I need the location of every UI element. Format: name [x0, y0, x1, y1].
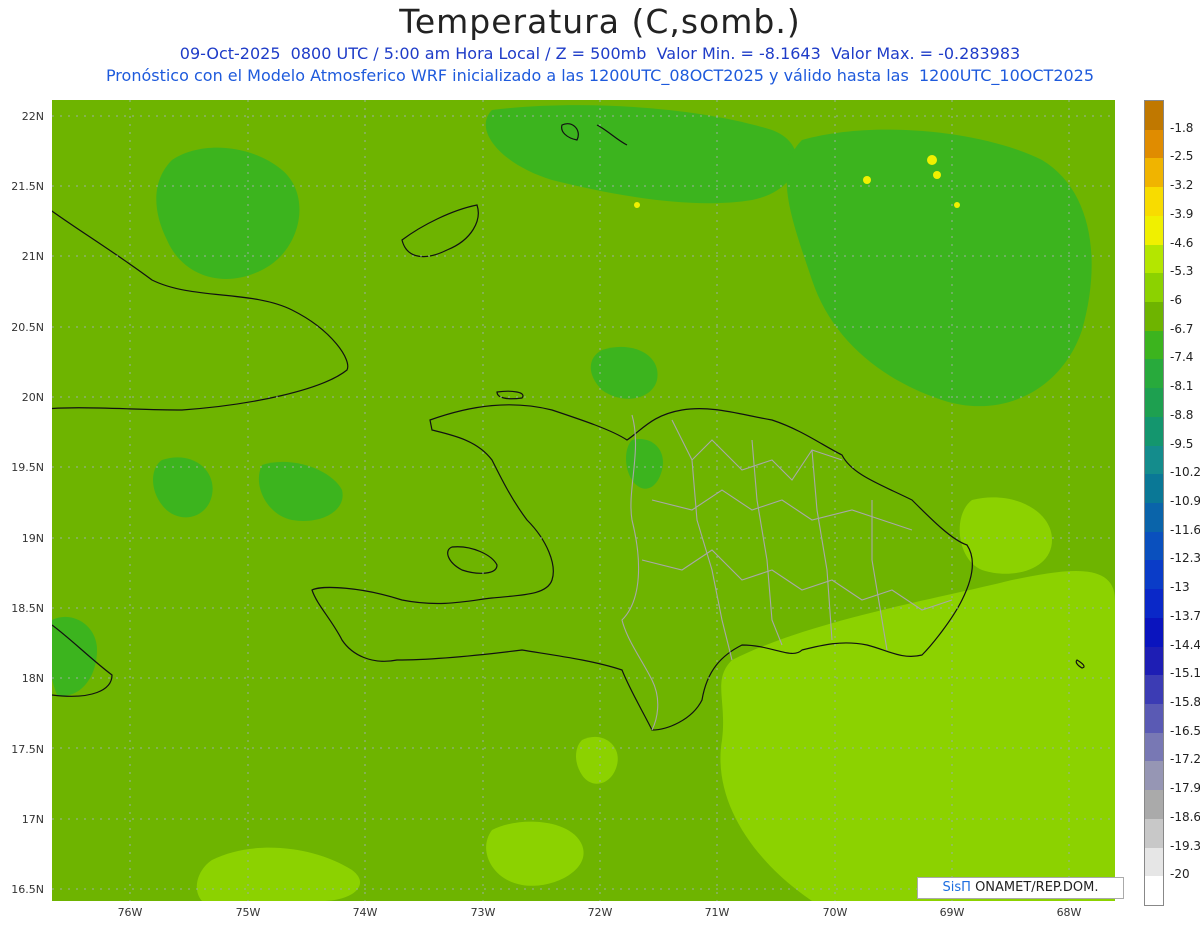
colorbar-label: -15.8: [1170, 695, 1200, 709]
colorbar-segment: [1145, 704, 1163, 734]
colorbar-segment: [1145, 445, 1163, 475]
colorbar-segment: [1145, 646, 1163, 676]
lon-label-72w: 72W: [587, 906, 613, 919]
colorbar-label: -6.7: [1170, 321, 1194, 336]
colorbar: [1144, 100, 1164, 906]
subtitle-valid-time: 09-Oct-2025 0800 UTC / 5:00 am Hora Loca…: [179, 44, 1021, 63]
colorbar-segment: [1145, 761, 1163, 791]
colorbar-label: -17.2: [1170, 752, 1200, 767]
colorbar-segment: [1145, 847, 1163, 877]
colorbar-label: -7.4: [1170, 350, 1194, 365]
colorbar-label: -12.3: [1170, 551, 1200, 566]
lat-label-22n: 22N: [21, 110, 44, 123]
credit-box: SisΠ ONAMET/REP.DOM.: [917, 877, 1124, 899]
colorbar-label: -13: [1170, 580, 1190, 595]
credit-brand: SisΠ: [942, 880, 971, 895]
lon-label-74w: 74W: [352, 906, 378, 919]
colorbar-segment: [1145, 244, 1163, 274]
temperature-map: [52, 100, 1115, 901]
colorbar-label: -17.9: [1170, 781, 1200, 796]
colorbar-segment: [1145, 330, 1163, 360]
lat-label-18-5n: 18.5N: [11, 602, 44, 615]
colorbar-segment: [1145, 675, 1163, 705]
colorbar-segment: [1145, 388, 1163, 418]
colorbar-label: -10.9: [1170, 494, 1200, 508]
colorbar-segment: [1145, 129, 1163, 159]
lon-label-71w: 71W: [704, 906, 730, 919]
colorbar-segment: [1145, 560, 1163, 590]
colorbar-label: -16.5: [1170, 723, 1200, 738]
lon-label-76w: 76W: [117, 906, 143, 919]
colorbar-label: -5.3: [1170, 264, 1194, 279]
colorbar-label: -8.1: [1170, 379, 1194, 394]
lat-label-17-5n: 17.5N: [11, 743, 44, 756]
colorbar-label: -10.2: [1170, 465, 1200, 480]
colorbar-segment: [1145, 359, 1163, 389]
lat-label-20-5n: 20.5N: [11, 321, 44, 334]
lon-label-69w: 69W: [939, 906, 965, 919]
colorbar-label: -13.7: [1170, 608, 1200, 623]
credit-text: ONAMET/REP.DOM.: [970, 880, 1099, 895]
lon-label-70w: 70W: [822, 906, 848, 919]
colorbar-segment: [1145, 101, 1163, 131]
colorbar-label: -1.8: [1170, 120, 1194, 135]
lat-label-16-5n: 16.5N: [11, 883, 44, 896]
colorbar-label: -4.6: [1170, 235, 1194, 250]
colorbar-segment: [1145, 215, 1163, 246]
lat-label-18n: 18N: [21, 672, 44, 685]
colorbar-segment: [1145, 732, 1163, 762]
lon-label-75w: 75W: [235, 906, 261, 919]
subtitle-model-info: Pronóstico con el Modelo Atmosferico WRF…: [105, 66, 1095, 85]
lat-label-21n: 21N: [21, 250, 44, 263]
colorbar-label: -15.1: [1170, 666, 1200, 681]
colorbar-segment: [1145, 273, 1163, 303]
colorbar-segment: [1145, 818, 1163, 849]
colorbar-label: -18.6: [1170, 809, 1200, 824]
colorbar-segment: [1145, 158, 1163, 188]
colorbar-segment: [1145, 187, 1163, 217]
colorbar-segment: [1145, 474, 1163, 504]
colorbar-label: -19.3: [1170, 838, 1200, 853]
lat-label-17n: 17N: [21, 813, 44, 826]
lon-label-73w: 73W: [470, 906, 496, 919]
colorbar-segment: [1145, 503, 1163, 533]
colorbar-segment: [1145, 876, 1163, 906]
colorbar-label: -20: [1170, 867, 1190, 882]
colorbar-segment: [1145, 416, 1163, 447]
colorbar-segment: [1145, 531, 1163, 561]
lat-label-19-5n: 19.5N: [11, 461, 44, 474]
colorbar-segment: [1145, 302, 1163, 332]
colorbar-label: -2.5: [1170, 149, 1194, 164]
colorbar-label: -9.5: [1170, 436, 1194, 451]
colorbar-label: -6: [1170, 293, 1182, 307]
colorbar-segment: [1145, 589, 1163, 619]
colorbar-label: -11.6: [1170, 522, 1200, 537]
lat-label-21-5n: 21.5N: [11, 180, 44, 193]
lat-label-19n: 19N: [21, 532, 44, 545]
colorbar-label: -8.8: [1170, 407, 1194, 422]
lon-label-68w: 68W: [1056, 906, 1082, 919]
colorbar-label: -3.2: [1170, 178, 1194, 193]
colorbar-label: -3.9: [1170, 206, 1194, 221]
colorbar-segment: [1145, 790, 1163, 820]
lat-label-20n: 20N: [21, 391, 44, 404]
colorbar-segment: [1145, 617, 1163, 648]
colorbar-label: -14.4: [1170, 637, 1200, 652]
map-title: Temperatura (C,somb.): [399, 2, 801, 41]
